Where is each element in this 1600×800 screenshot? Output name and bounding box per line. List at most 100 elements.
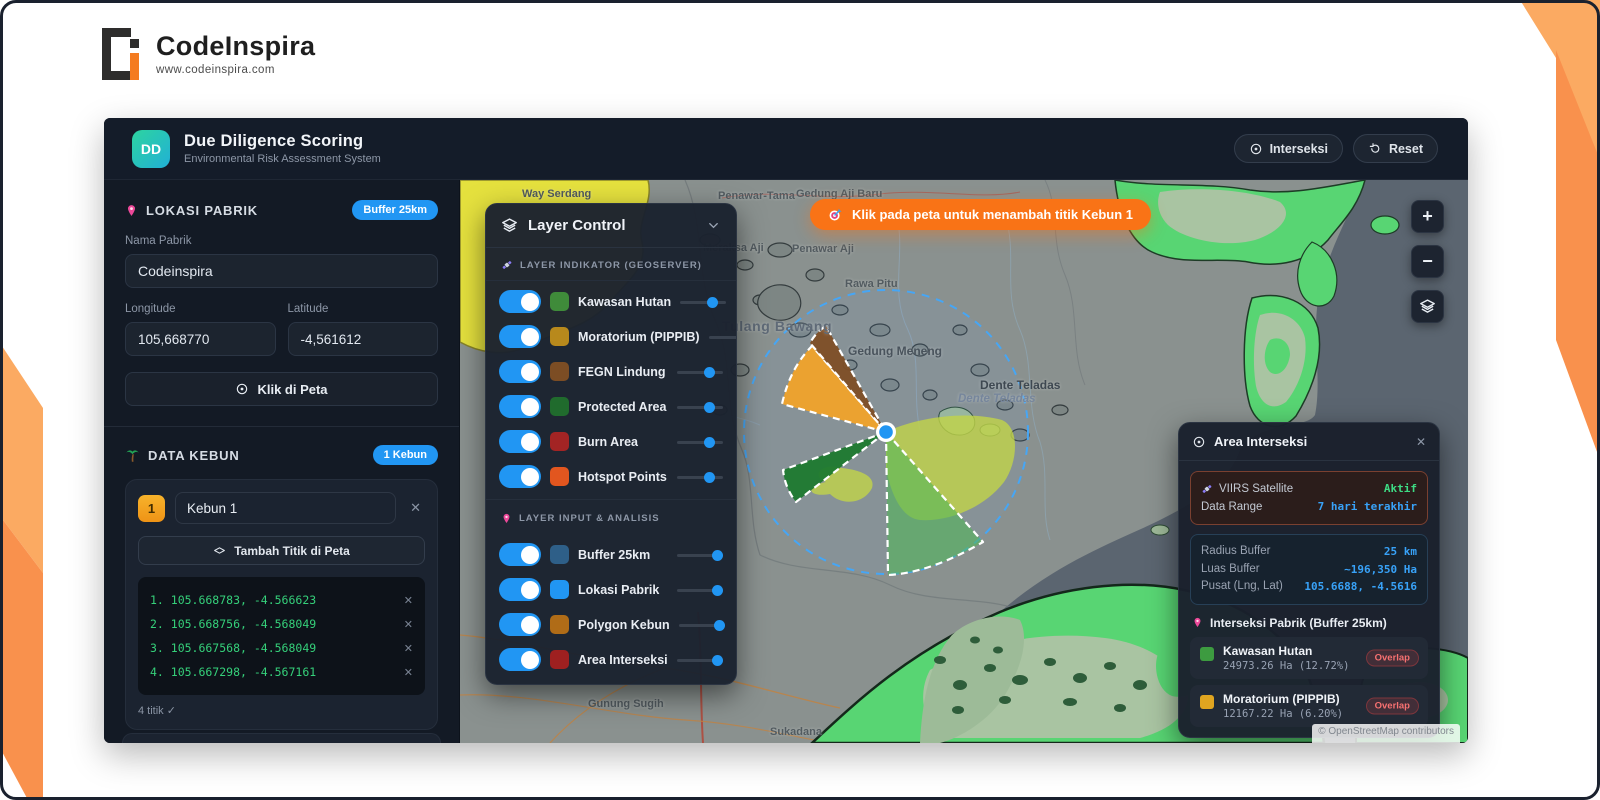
tambah-titik-label: Tambah Titik di Peta [234, 543, 350, 558]
layer-opacity-slider[interactable] [677, 471, 723, 483]
radius-buffer-value: 25 km [1383, 545, 1417, 558]
layer-row: Burn Area [486, 424, 736, 459]
layer-swatch [550, 292, 569, 311]
kebun-card: 1 ✕ Tambah Titik di Peta 1. 105.668783, … [125, 479, 438, 730]
longitude-input[interactable] [125, 322, 276, 356]
interseksi-result-row: Moratorium (PIPPIB) 12167.22 Ha (6.20%) … [1190, 684, 1428, 727]
map-toast: Klik pada peta untuk menambah titik Kebu… [810, 199, 1151, 230]
layer-control-title: Layer Control [528, 217, 626, 234]
input-section-title: LAYER INPUT & ANALISIS [519, 513, 660, 524]
pin-icon [501, 512, 512, 525]
nama-pabrik-input[interactable] [125, 254, 438, 288]
map-label: Dente Teladas [980, 378, 1061, 392]
data-range-value: 7 hari terakhir [1317, 500, 1417, 513]
remove-point-button[interactable]: ✕ [404, 618, 413, 631]
overlap-badge: Overlap [1365, 697, 1419, 714]
kebun-point: 1. 105.668783, -4.566623 ✕ [150, 593, 413, 607]
brand-logo-icon [102, 28, 142, 80]
map-label: Penawar Aji [792, 243, 854, 255]
layer-toggle[interactable] [499, 290, 541, 313]
point-count-label: 4 titik ✓ [138, 705, 176, 717]
layer-opacity-slider[interactable] [677, 549, 723, 561]
result-name: Moratorium (PIPPIB) [1223, 691, 1340, 706]
layer-opacity-slider[interactable] [680, 296, 727, 308]
luas-buffer-value: ~196,350 Ha [1344, 562, 1417, 576]
reset-button[interactable]: Reset [1352, 134, 1438, 163]
area-interseksi-panel: Area Interseksi ✕ VIIRS Satellite Aktif [1178, 422, 1440, 738]
layer-toggle[interactable] [499, 395, 541, 418]
zoom-out-button[interactable]: − [1411, 245, 1444, 278]
overlap-badge: Overlap [1365, 649, 1419, 666]
layer-swatch [550, 545, 569, 564]
data-range-label: Data Range [1201, 501, 1263, 513]
layer-toggle[interactable] [499, 648, 541, 671]
interseksi-button[interactable]: Interseksi [1233, 134, 1343, 163]
target-icon [1249, 142, 1263, 156]
klik-di-peta-label: Klik di Peta [257, 381, 328, 397]
remove-point-button[interactable]: ✕ [404, 642, 413, 655]
interseksi-button-label: Interseksi [1269, 141, 1328, 156]
layer-toggle[interactable] [499, 430, 541, 453]
layer-swatch [550, 650, 569, 669]
layer-opacity-slider[interactable] [677, 436, 723, 448]
target-icon [1192, 435, 1206, 449]
layer-opacity-slider[interactable] [677, 401, 723, 413]
layer-toggle[interactable] [499, 325, 541, 348]
latitude-input[interactable] [287, 322, 438, 356]
collapse-panel-button[interactable] [706, 218, 721, 233]
viirs-card: VIIRS Satellite Aktif Data Range 7 hari … [1190, 471, 1428, 525]
tambah-titik-button[interactable]: Tambah Titik di Peta [138, 536, 425, 565]
zoom-in-button[interactable]: + [1411, 200, 1444, 233]
interseksi-result-row: Kawasan Hutan 24973.26 Ha (12.72%) Overl… [1190, 636, 1428, 679]
kebun-point: 3. 105.667568, -4.568049 ✕ [150, 641, 413, 655]
layer-toggle[interactable] [499, 578, 541, 601]
layer-row: Lokasi Pabrik [486, 572, 736, 607]
basemap-layers-button[interactable] [1411, 290, 1444, 323]
result-swatch [1200, 646, 1214, 661]
layer-toggle[interactable] [499, 613, 541, 636]
remove-point-button[interactable]: ✕ [404, 594, 413, 607]
layer-opacity-slider[interactable] [708, 331, 736, 343]
map-label: Way Serdang [522, 188, 592, 200]
kebun-count-badge: 1 Kebun [372, 445, 438, 465]
layers-icon [501, 217, 518, 234]
kebun-name-input[interactable] [175, 492, 397, 524]
layer-swatch [550, 580, 569, 599]
buffer-badge: Buffer 25km [352, 200, 438, 220]
layer-toggle[interactable] [499, 543, 541, 566]
map-area[interactable]: Way Serdang Penawar-Tama Gedung Aji Baru… [460, 180, 1468, 743]
kebun-points-list: 1. 105.668783, -4.566623 ✕ 2. 105.668756… [138, 577, 425, 695]
luas-buffer-label: Luas Buffer [1201, 562, 1260, 575]
layer-row: Moratorium (PIPPIB) [486, 319, 736, 354]
kebun-number-badge: 1 [138, 494, 165, 522]
layer-swatch [550, 432, 569, 451]
close-panel-button[interactable]: ✕ [1416, 435, 1426, 449]
layer-swatch [550, 397, 569, 416]
map-label: Rawa Pitu [845, 278, 898, 290]
brand-header: CodeInspira www.codeinspira.com [102, 28, 315, 80]
layer-row: FEGN Lindung [486, 354, 736, 389]
map-label: Tulang Bawang [722, 318, 833, 334]
layer-row: Hotspot Points [486, 459, 736, 494]
result-value: 12167.22 Ha (6.20%) [1223, 707, 1344, 720]
klik-di-peta-button[interactable]: Klik di Peta [125, 372, 438, 406]
reset-button-label: Reset [1388, 141, 1423, 156]
layer-swatch [550, 615, 569, 634]
layer-toggle[interactable] [499, 360, 541, 383]
layer-row: Area Interseksi [486, 642, 736, 684]
kebun-section-title: DATA KEBUN [148, 447, 240, 463]
map-label: Gunung Sugih [588, 698, 664, 710]
layer-opacity-slider[interactable] [677, 584, 723, 596]
layer-opacity-slider[interactable] [677, 654, 723, 666]
app-logo: DD [132, 129, 170, 168]
map-attribution[interactable]: © OpenStreetMap contributors [1312, 724, 1460, 743]
layer-opacity-slider[interactable] [677, 366, 723, 378]
page-subtitle: Environmental Risk Assessment System [184, 153, 381, 165]
diamond-icon [213, 544, 226, 557]
layer-opacity-slider[interactable] [678, 619, 725, 631]
remove-point-button[interactable]: ✕ [404, 666, 413, 679]
pusat-label: Pusat (Lng, Lat) [1201, 580, 1283, 592]
layer-toggle[interactable] [499, 465, 541, 488]
remove-kebun-button[interactable]: ✕ [406, 498, 425, 518]
map-label: Dente Teladas [958, 393, 1036, 405]
